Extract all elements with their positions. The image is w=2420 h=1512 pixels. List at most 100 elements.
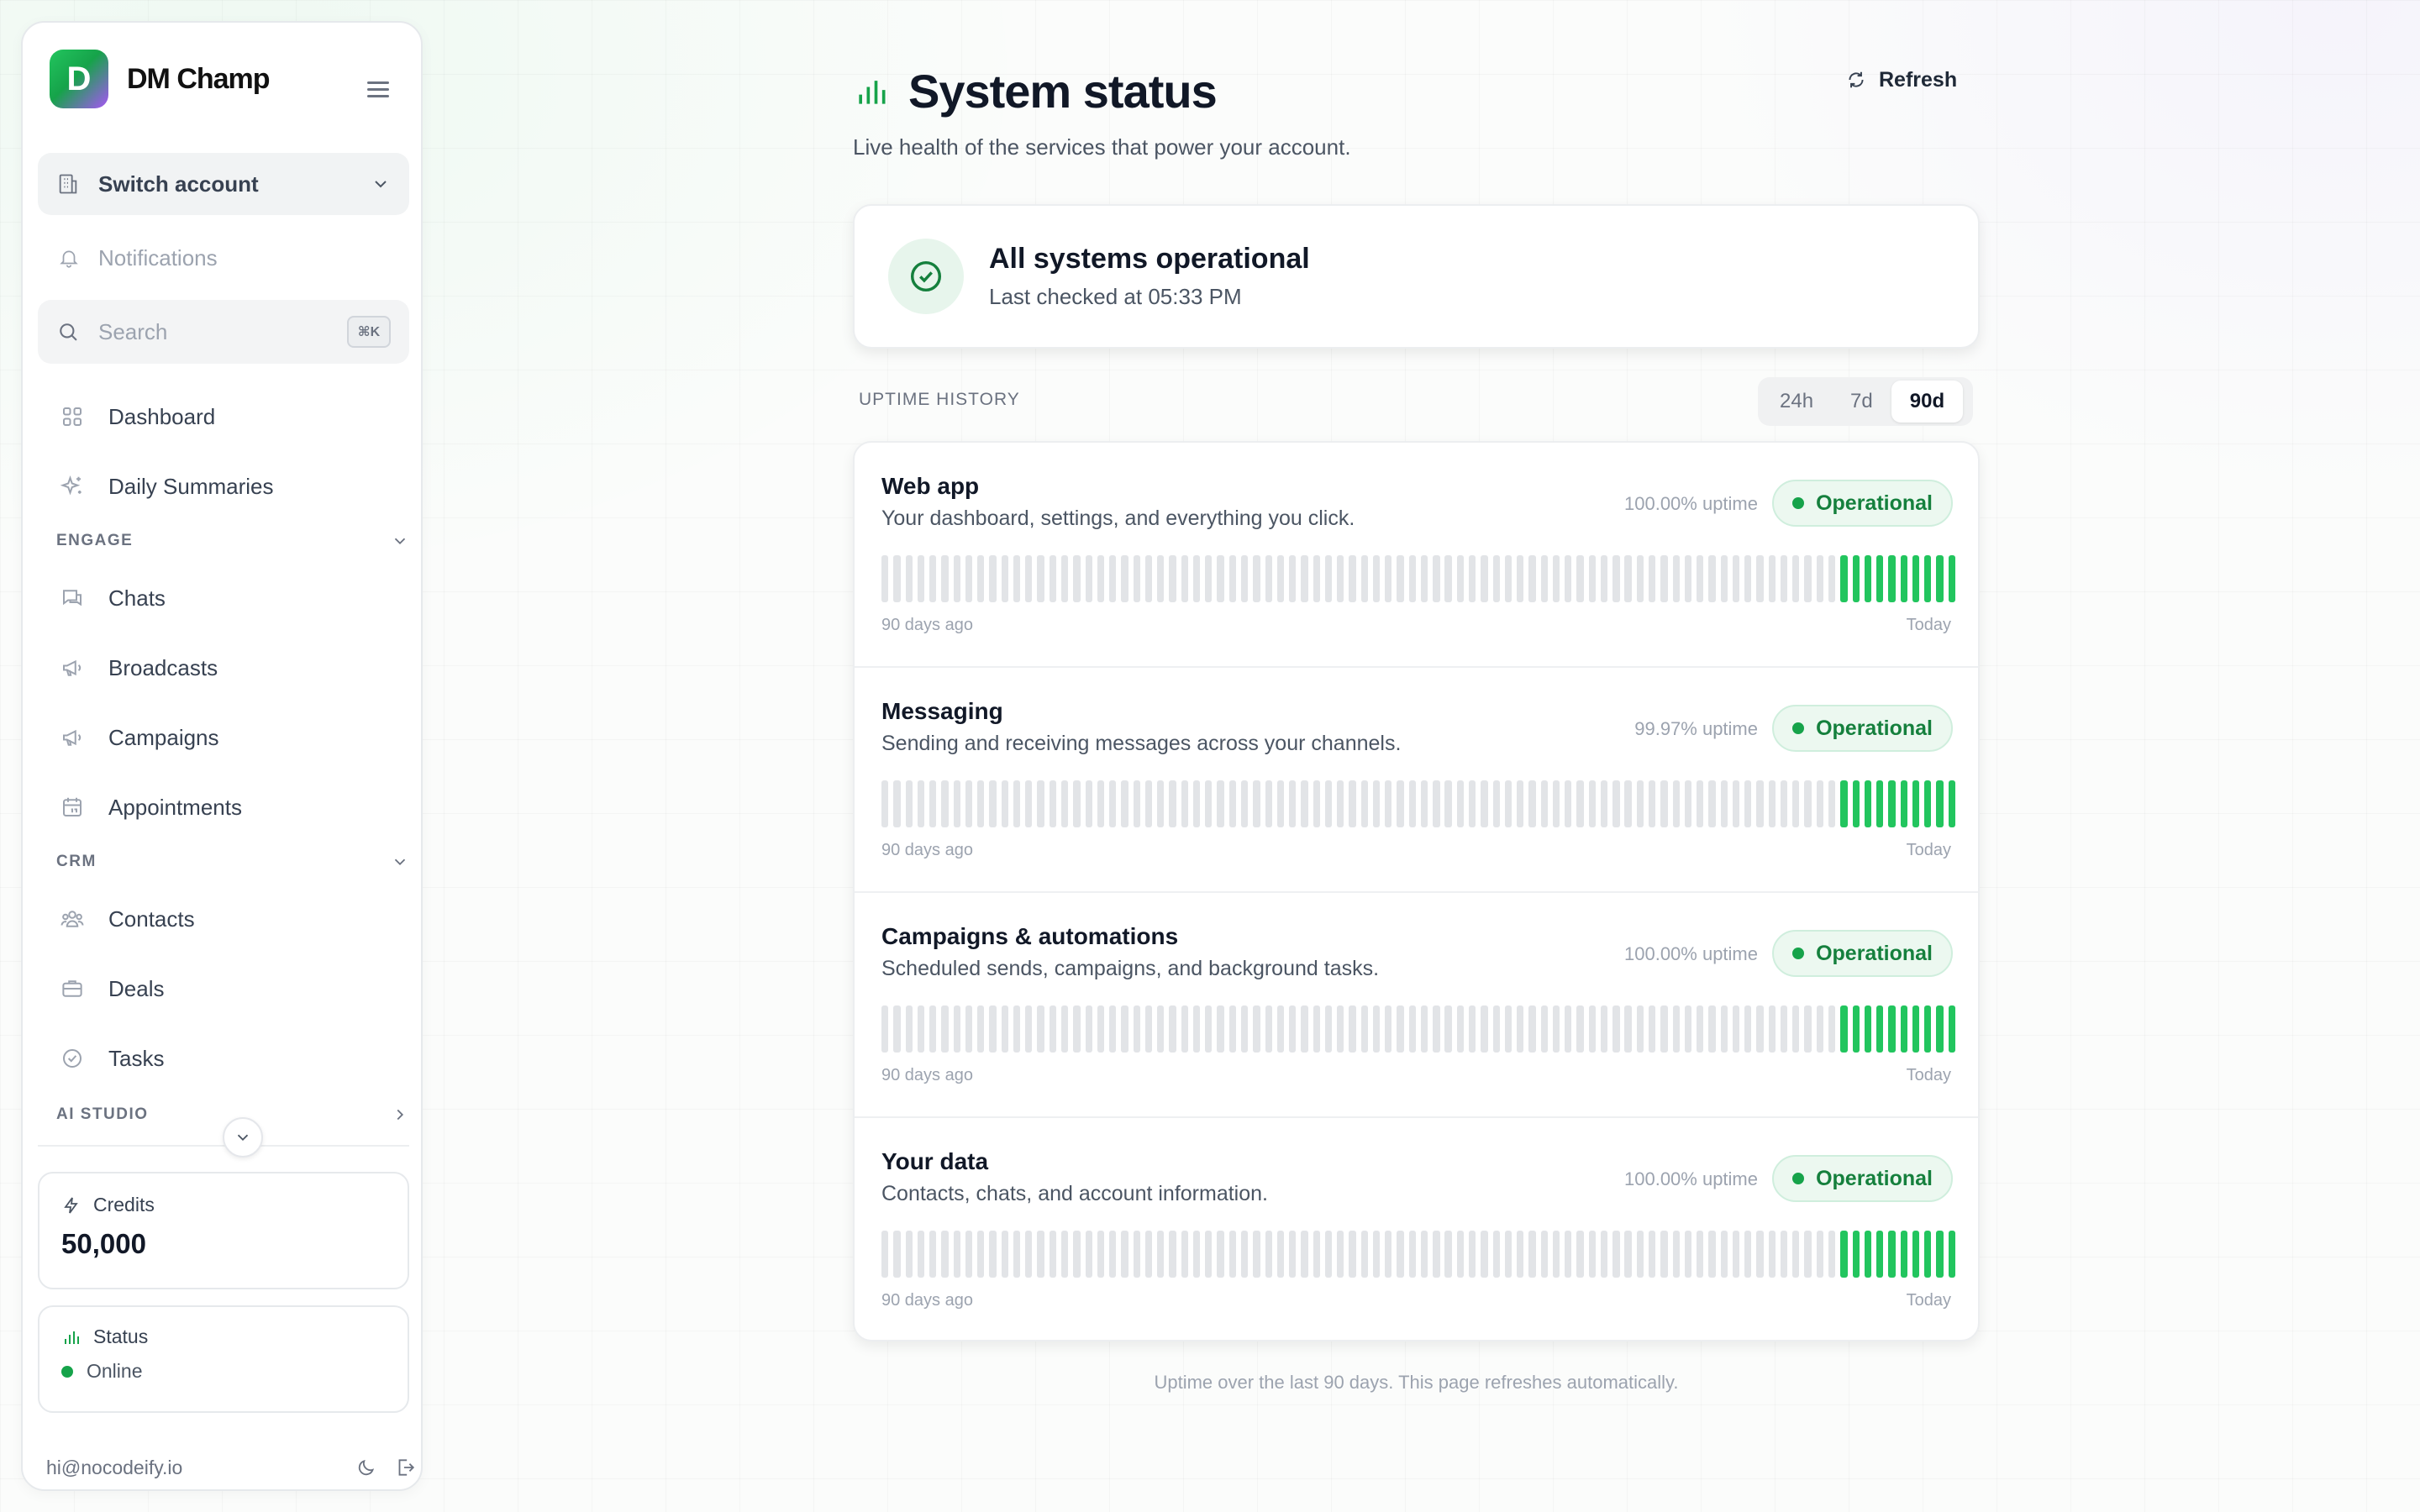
sidebar-item-contacts[interactable]: Contacts (38, 891, 409, 947)
notifications-link[interactable]: Notifications (38, 228, 409, 288)
uptime-day-bar[interactable] (1192, 780, 1201, 827)
uptime-day-bar[interactable] (929, 780, 937, 827)
uptime-day-bar[interactable] (1385, 780, 1392, 827)
uptime-day-bar[interactable] (1576, 780, 1584, 827)
uptime-day-bar[interactable] (1708, 555, 1716, 602)
switch-account-button[interactable]: Switch account (38, 153, 409, 215)
uptime-day-bar[interactable] (1936, 1231, 1944, 1278)
uptime-day-bar[interactable] (1301, 780, 1308, 827)
logout-button[interactable] (394, 1457, 416, 1478)
uptime-day-bar[interactable] (1540, 780, 1548, 827)
uptime-day-bar[interactable] (1588, 1005, 1596, 1053)
theme-toggle[interactable] (355, 1457, 377, 1478)
uptime-day-bar[interactable] (1697, 780, 1704, 827)
status-card[interactable]: Status Online (38, 1305, 409, 1413)
uptime-day-bar[interactable] (1672, 555, 1680, 602)
uptime-day-bar[interactable] (1708, 1231, 1716, 1278)
uptime-day-bar[interactable] (1049, 1005, 1057, 1053)
sidebar-item-tasks[interactable]: Tasks (38, 1031, 409, 1086)
uptime-day-bar[interactable] (989, 1005, 997, 1053)
uptime-day-bar[interactable] (1133, 555, 1140, 602)
uptime-day-bar[interactable] (1624, 1005, 1632, 1053)
uptime-day-bar[interactable] (1433, 1231, 1440, 1278)
uptime-day-bar[interactable] (1720, 555, 1728, 602)
uptime-day-bar[interactable] (989, 555, 997, 602)
uptime-day-bar[interactable] (1612, 780, 1620, 827)
uptime-day-bar[interactable] (1732, 1231, 1740, 1278)
uptime-day-bar[interactable] (1157, 555, 1165, 602)
uptime-day-bar[interactable] (941, 780, 949, 827)
uptime-day-bar[interactable] (1768, 555, 1776, 602)
uptime-day-bar[interactable] (1109, 1231, 1117, 1278)
uptime-day-bar[interactable] (1205, 1231, 1213, 1278)
uptime-day-bar[interactable] (965, 1005, 973, 1053)
uptime-day-bar[interactable] (1289, 780, 1297, 827)
uptime-day-bar[interactable] (1720, 1231, 1728, 1278)
uptime-day-bar[interactable] (1912, 555, 1920, 602)
uptime-day-bar[interactable] (1265, 1005, 1272, 1053)
uptime-day-bar[interactable] (1217, 1005, 1224, 1053)
uptime-day-bar[interactable] (1636, 555, 1644, 602)
uptime-day-bar[interactable] (1504, 1005, 1512, 1053)
uptime-day-bar[interactable] (1313, 1005, 1320, 1053)
uptime-day-bar[interactable] (1672, 1005, 1680, 1053)
uptime-day-bar[interactable] (1324, 1005, 1333, 1053)
uptime-day-bar[interactable] (1780, 555, 1788, 602)
uptime-day-bar[interactable] (1013, 1005, 1021, 1053)
uptime-day-bar[interactable] (1888, 555, 1896, 602)
uptime-day-bar[interactable] (1636, 1005, 1644, 1053)
uptime-day-bar[interactable] (1924, 555, 1932, 602)
sidebar-item-broadcasts[interactable]: Broadcasts (38, 640, 409, 696)
uptime-day-bar[interactable] (1408, 1005, 1416, 1053)
uptime-day-bar[interactable] (1528, 555, 1536, 602)
uptime-day-bar[interactable] (1337, 1231, 1344, 1278)
uptime-day-bar[interactable] (1624, 555, 1632, 602)
uptime-day-bar[interactable] (1349, 780, 1356, 827)
uptime-day-bar[interactable] (1397, 1231, 1404, 1278)
uptime-day-bar[interactable] (1624, 1231, 1632, 1278)
uptime-day-bar[interactable] (1732, 555, 1740, 602)
uptime-day-bar[interactable] (1276, 1005, 1285, 1053)
uptime-day-bar[interactable] (1240, 1005, 1249, 1053)
uptime-day-bar[interactable] (965, 780, 973, 827)
uptime-day-bar[interactable] (1840, 1231, 1848, 1278)
uptime-day-bar[interactable] (1121, 555, 1128, 602)
uptime-day-bar[interactable] (1600, 780, 1608, 827)
uptime-day-bar[interactable] (1049, 1231, 1057, 1278)
uptime-day-bar[interactable] (1217, 1231, 1224, 1278)
uptime-day-bar[interactable] (1469, 780, 1476, 827)
uptime-day-bar[interactable] (1697, 555, 1704, 602)
credits-card[interactable]: Credits 50,000 (38, 1172, 409, 1289)
uptime-day-bar[interactable] (1684, 1005, 1692, 1053)
uptime-day-bar[interactable] (1372, 555, 1381, 602)
uptime-day-bar[interactable] (1684, 780, 1692, 827)
uptime-day-bar[interactable] (977, 555, 985, 602)
uptime-day-bar[interactable] (1456, 1231, 1465, 1278)
uptime-day-bar[interactable] (1289, 1005, 1297, 1053)
uptime-day-bar[interactable] (1397, 1005, 1404, 1053)
uptime-day-bar[interactable] (1924, 1231, 1932, 1278)
uptime-day-bar[interactable] (1948, 555, 1955, 602)
uptime-day-bar[interactable] (1313, 555, 1320, 602)
uptime-day-bar[interactable] (1852, 1005, 1860, 1053)
uptime-day-bar[interactable] (1157, 780, 1165, 827)
uptime-day-bar[interactable] (1720, 1005, 1728, 1053)
uptime-day-bar[interactable] (1612, 1231, 1620, 1278)
uptime-day-bar[interactable] (1900, 1005, 1907, 1053)
uptime-day-bar[interactable] (881, 1005, 889, 1053)
uptime-day-bar[interactable] (1420, 555, 1428, 602)
uptime-day-bar[interactable] (1265, 780, 1272, 827)
uptime-day-bar[interactable] (1097, 780, 1105, 827)
uptime-day-bar[interactable] (1697, 1231, 1704, 1278)
uptime-day-bar[interactable] (1588, 555, 1596, 602)
uptime-day-bar[interactable] (977, 1231, 985, 1278)
uptime-day-bar[interactable] (917, 1005, 925, 1053)
uptime-day-bar[interactable] (1157, 1231, 1165, 1278)
uptime-day-bar[interactable] (1001, 1005, 1008, 1053)
uptime-day-bar[interactable] (1804, 1005, 1812, 1053)
brand[interactable]: D DM Champ (50, 50, 271, 108)
uptime-day-bar[interactable] (1792, 1231, 1800, 1278)
uptime-day-bar[interactable] (1181, 1231, 1188, 1278)
uptime-day-bar[interactable] (1924, 780, 1932, 827)
section-crm[interactable]: CRM (56, 847, 409, 877)
